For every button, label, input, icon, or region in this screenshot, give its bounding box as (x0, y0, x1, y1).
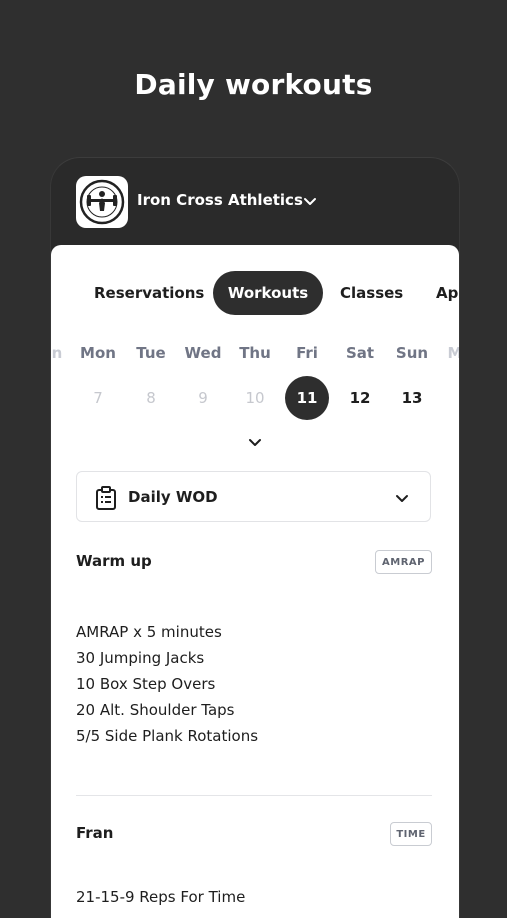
tab-workouts[interactable]: Workouts (213, 271, 323, 315)
day-name-sat: Sat (345, 344, 375, 362)
program-select[interactable]: Daily WOD (76, 471, 431, 522)
day-8[interactable]: 8 (129, 376, 173, 420)
amrap-tag: AMRAP (375, 550, 432, 574)
day-name: M (435, 344, 459, 362)
workout-line: AMRAP x 5 minutes (76, 623, 222, 641)
tab-ap-partial[interactable]: Ap (436, 271, 458, 315)
tab-classes[interactable]: Classes (340, 271, 403, 315)
workout-line: 20 Alt. Shoulder Taps (76, 701, 235, 719)
chevron-down-icon[interactable] (302, 194, 318, 210)
day-13[interactable]: 13 (390, 376, 434, 420)
day-name-fri: Fri (296, 344, 318, 362)
section-title-warm-up: Warm up (76, 552, 152, 570)
time-tag: TIME (390, 822, 432, 846)
day-12[interactable]: 12 (338, 376, 382, 420)
phone-frame: Iron Cross Athletics Reservations Workou… (50, 157, 460, 918)
workout-line: 10 Box Step Overs (76, 675, 216, 693)
day-name-wed: Wed (184, 344, 222, 362)
gym-logo-badge-icon (79, 179, 125, 225)
program-label: Daily WOD (128, 488, 218, 506)
day-name-mon: Mon (80, 344, 116, 362)
day-9[interactable]: 9 (181, 376, 225, 420)
workout-content: Reservations Workouts Classes Ap n Mon T… (51, 245, 459, 918)
day-10[interactable]: 10 (233, 376, 277, 420)
day-11-selected[interactable]: 11 (285, 376, 329, 420)
section-divider (76, 795, 432, 796)
chevron-down-icon (396, 495, 408, 502)
workout-line: 5/5 Side Plank Rotations (76, 727, 259, 745)
workout-line: 30 Jumping Jacks (76, 649, 205, 667)
day-name-tue: Tue (136, 344, 166, 362)
clipboard-icon (96, 486, 116, 510)
gym-name[interactable]: Iron Cross Athletics (137, 191, 303, 209)
workout-line: 21-15-9 Reps For Time (76, 888, 246, 906)
page-headline: Daily workouts (134, 68, 373, 101)
gym-logo[interactable] (76, 176, 128, 228)
day-name-sun: Sun (395, 344, 429, 362)
tab-reservations[interactable]: Reservations (94, 271, 204, 315)
day-7[interactable]: 7 (76, 376, 120, 420)
section-title-fran: Fran (76, 824, 114, 842)
app-header: Iron Cross Athletics (51, 158, 459, 246)
day-name-thu: Thu (239, 344, 271, 362)
day-name: n (51, 344, 63, 362)
expand-calendar-chevron-icon[interactable] (247, 435, 263, 451)
